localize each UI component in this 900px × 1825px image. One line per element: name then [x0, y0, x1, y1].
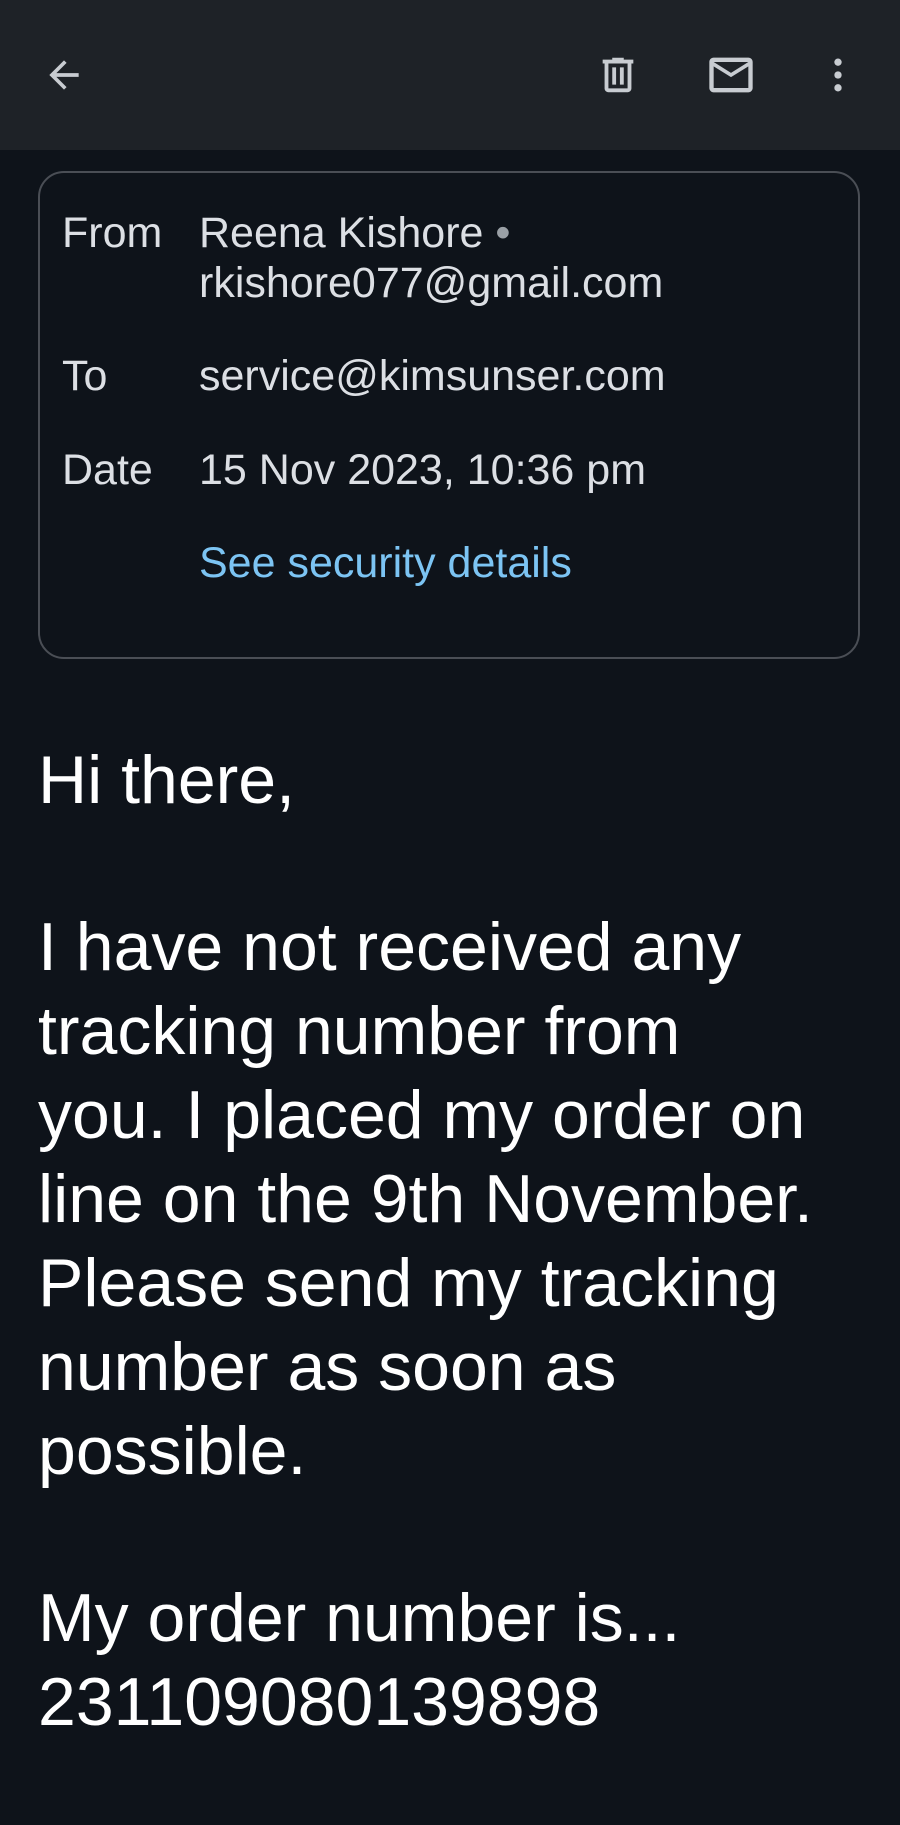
order-number-intro: My order number is...	[38, 1580, 681, 1656]
message-greeting: Hi there,	[38, 742, 295, 818]
date-label: Date	[62, 446, 153, 494]
message-line: line on the 9th November.	[38, 1161, 813, 1237]
message-line: I have not received any	[38, 909, 742, 985]
mark-unread-button[interactable]	[695, 39, 767, 111]
back-button[interactable]	[28, 39, 100, 111]
date-value: 15 Nov 2023, 10:36 pm	[199, 446, 647, 494]
envelope-icon	[709, 57, 753, 93]
message-line: number as soon as	[38, 1329, 617, 1405]
more-options-button[interactable]	[802, 39, 874, 111]
delete-button[interactable]	[582, 39, 654, 111]
arrow-left-icon	[49, 60, 79, 90]
more-vertical-icon	[834, 58, 842, 92]
sender-name: Reena Kishore	[199, 209, 484, 257]
sender-name-line: Reena Kishore •	[199, 208, 510, 258]
separator-dot: •	[495, 209, 511, 257]
sender-email[interactable]: rkishore077@gmail.com	[199, 258, 663, 308]
message-line: possible.	[38, 1413, 307, 1489]
top-app-bar	[0, 0, 900, 150]
order-number: 231109080139898	[38, 1664, 601, 1740]
recipient-email[interactable]: service@kimsunser.com	[199, 351, 666, 401]
message-line: Please send my tracking	[38, 1245, 779, 1321]
to-label: To	[62, 352, 108, 400]
from-label: From	[62, 209, 163, 257]
message-line: you. I placed my order on	[38, 1077, 806, 1153]
trash-icon	[602, 57, 634, 93]
message-line: tracking number from	[38, 993, 681, 1069]
see-security-details-link[interactable]: See security details	[199, 538, 572, 588]
